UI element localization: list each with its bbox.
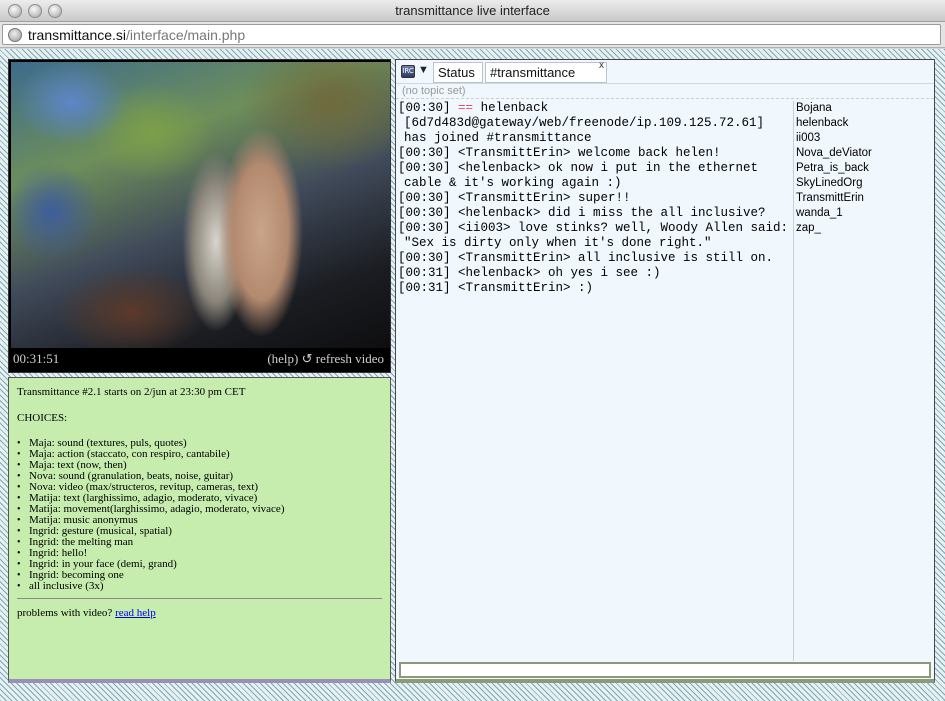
video-frame bbox=[11, 62, 390, 348]
nick-item[interactable]: TransmittErin bbox=[796, 191, 931, 206]
nick-item[interactable]: ii003 bbox=[796, 131, 931, 146]
tab-status[interactable]: Status bbox=[433, 62, 483, 83]
url-path: /interface/main.php bbox=[126, 27, 246, 43]
choice-item: all inclusive (3x) bbox=[17, 581, 382, 593]
globe-icon bbox=[8, 28, 22, 42]
chat-message-input[interactable] bbox=[399, 662, 931, 678]
program-panel: Transmittance #2.1 starts on 2/jun at 23… bbox=[8, 377, 391, 683]
window-title: transmittance live interface bbox=[395, 3, 550, 18]
chat-line: [00:31] <TransmittErin> :) bbox=[398, 281, 594, 295]
chat-line: [00:30] <TransmittErin> super!! bbox=[398, 191, 631, 205]
nick-list: Bojana helenback ii003 Nova_deViator Pet… bbox=[796, 101, 931, 236]
refresh-video-button[interactable]: ↺ refresh video bbox=[302, 351, 384, 366]
irc-chat-panel: IRC ▼ Status #transmittance x (no topic … bbox=[395, 59, 935, 683]
video-help-link[interactable]: (help) bbox=[267, 351, 298, 366]
nick-item[interactable]: Nova_deViator bbox=[796, 146, 931, 161]
tab-channel[interactable]: #transmittance x bbox=[485, 60, 607, 83]
video-player: 00:31:51 (help) ↺ refresh video bbox=[8, 59, 391, 373]
video-help-text: problems with video? bbox=[17, 607, 113, 619]
choices-heading: CHOICES: bbox=[17, 412, 68, 424]
page-body: 00:31:51 (help) ↺ refresh video Transmit… bbox=[0, 49, 945, 701]
chat-line: [00:30] <TransmittErin> welcome back hel… bbox=[398, 146, 721, 160]
tab-channel-label: #transmittance bbox=[490, 65, 576, 80]
chat-line: [00:30] <helenback> ok now i put in the … bbox=[398, 161, 766, 190]
join-time: [00:30] bbox=[398, 101, 451, 115]
video-timecode: 00:31:51 bbox=[13, 351, 60, 366]
read-help-link[interactable]: read help bbox=[115, 607, 156, 619]
topic-divider bbox=[396, 98, 934, 99]
url-field[interactable]: transmittance.si/interface/main.php bbox=[2, 24, 941, 45]
tab-status-label: Status bbox=[438, 65, 475, 80]
chat-line: [00:30] <helenback> did i miss the all i… bbox=[398, 206, 766, 220]
nick-item[interactable]: wanda_1 bbox=[796, 206, 931, 221]
video-help-line: problems with video? read help bbox=[17, 607, 382, 619]
chat-tab-bar: IRC ▼ Status #transmittance x bbox=[396, 60, 934, 84]
nick-item[interactable]: Bojana bbox=[796, 101, 931, 116]
nick-item[interactable]: helenback bbox=[796, 116, 931, 131]
chat-line: [00:30] <TransmittErin> all inclusive is… bbox=[398, 251, 774, 265]
channel-topic: (no topic set) bbox=[402, 85, 466, 97]
nick-item[interactable]: SkyLinedOrg bbox=[796, 176, 931, 191]
nick-item[interactable]: zap_ bbox=[796, 221, 931, 236]
url-text[interactable]: transmittance.si/interface/main.php bbox=[28, 27, 245, 43]
divider bbox=[17, 598, 382, 599]
choices-list: Maja: sound (textures, puls, quotes) Maj… bbox=[17, 438, 382, 593]
join-marker: == bbox=[458, 101, 474, 115]
irc-menu-icon[interactable]: IRC bbox=[401, 65, 415, 78]
program-intro: Transmittance #2.1 starts on 2/jun at 23… bbox=[17, 386, 246, 398]
tab-close-icon[interactable]: x bbox=[599, 60, 604, 71]
video-controls: (help) ↺ refresh video bbox=[267, 351, 384, 367]
chat-line: [00:30] <ii003> love stinks? well, Woody… bbox=[398, 221, 796, 250]
chat-line-join: [00:30] == helenback [6d7d483d@gateway/w… bbox=[398, 101, 792, 146]
nick-item[interactable]: Petra_is_back bbox=[796, 161, 931, 176]
window-titlebar: transmittance live interface bbox=[0, 0, 945, 22]
url-host: transmittance.si bbox=[28, 27, 127, 43]
chat-line: [00:31] <helenback> oh yes i see :) bbox=[398, 266, 661, 280]
address-bar: transmittance.si/interface/main.php bbox=[0, 22, 945, 48]
nicklist-divider bbox=[793, 101, 794, 661]
menu-triangle-icon[interactable]: ▼ bbox=[418, 64, 429, 76]
chat-log: [00:30] == helenback [6d7d483d@gateway/w… bbox=[398, 101, 792, 661]
